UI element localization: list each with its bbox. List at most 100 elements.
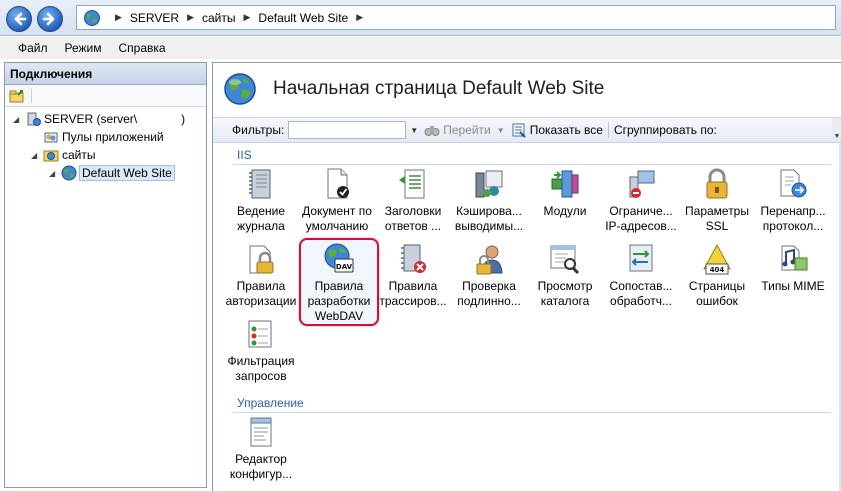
feature-logging[interactable]: Ведение журнала: [223, 167, 299, 234]
feature-label: Правила авторизации: [225, 279, 297, 308]
feature-label: Фильтрация запросов: [227, 354, 295, 383]
feature-ssl-settings[interactable]: Параметры SSL: [679, 167, 755, 234]
back-button[interactable]: [6, 6, 32, 32]
section-divider: [233, 164, 831, 165]
toolbar-separator: [31, 89, 32, 103]
breadcrumb-default-web-site[interactable]: Default Web Site: [258, 11, 348, 25]
app-pools-icon: [44, 132, 58, 143]
feature-authentication[interactable]: Проверка подлинно...: [451, 242, 527, 309]
feature-label: Заголовки ответов ...: [384, 204, 442, 233]
filter-label: Фильтры:: [232, 123, 285, 137]
forward-button[interactable]: [37, 6, 63, 32]
directory-browsing-icon: [550, 245, 580, 275]
toolbar-overflow-icon[interactable]: ▼: [832, 118, 841, 142]
tree-item-label: SERVER (server\: [44, 112, 138, 126]
section-divider: [233, 412, 831, 413]
webdav-icon-text: DAV: [336, 263, 353, 271]
feature-ip-restrictions[interactable]: Ограниче... IP-адресов...: [603, 167, 679, 234]
tree-item-label-suffix: ): [181, 112, 186, 126]
feature-mime-types[interactable]: Типы MIME: [755, 242, 831, 294]
feature-authorization-rules[interactable]: Правила авторизации: [223, 242, 299, 309]
feature-label: Кэширова... выводимы...: [454, 204, 524, 233]
feature-directory-browsing[interactable]: Просмотр каталога: [527, 242, 603, 309]
feature-modules[interactable]: Модули: [527, 167, 603, 219]
filter-input[interactable]: [288, 121, 407, 139]
tree-expander[interactable]: ◢: [49, 169, 59, 178]
filter-dropdown-icon[interactable]: ▼: [410, 126, 418, 135]
error-pages-icon: 404: [703, 243, 731, 275]
feature-error-pages[interactable]: 404 Страницы ошибок: [679, 242, 755, 309]
server-icon: [27, 112, 41, 126]
feature-tracing-rules[interactable]: Правила трассиров...: [375, 242, 451, 309]
go-dropdown-icon[interactable]: ▼: [497, 126, 505, 135]
feature-request-filtering[interactable]: Фильтрация запросов: [223, 317, 299, 384]
http-redirect-icon: [780, 169, 807, 198]
breadcrumb-separator: ▶: [356, 12, 364, 22]
menu-help[interactable]: Справка: [119, 41, 166, 55]
feature-handler-mappings[interactable]: Сопостав... обработч...: [603, 242, 679, 309]
tree-item-server[interactable]: ◢ SERVER (server\ ): [13, 110, 185, 128]
modules-icon: [551, 170, 579, 198]
section-header-iis[interactable]: IIS: [237, 148, 252, 162]
go-button-label: Перейти: [443, 123, 491, 137]
menu-bar: Файл Режим Справка: [0, 37, 841, 59]
ssl-lock-icon: [706, 168, 728, 199]
authorization-icon: [249, 245, 274, 274]
handler-mappings-icon: [629, 244, 653, 272]
tracing-icon: [401, 244, 426, 273]
breadcrumb-sites[interactable]: сайты: [202, 11, 236, 25]
feature-configuration-editor[interactable]: Редактор конфигур...: [223, 415, 299, 482]
tree-item-default-web-site[interactable]: ◢ Default Web Site: [49, 164, 175, 182]
feature-webdav-authoring-rules[interactable]: DAV Правила разработки WebDAV: [299, 238, 379, 326]
website-globe-icon: [61, 165, 77, 181]
tree-item-label: Default Web Site: [79, 165, 175, 181]
feature-output-caching[interactable]: Кэширова... выводимы...: [451, 167, 527, 234]
show-all-label: Показать все: [529, 123, 603, 137]
go-button[interactable]: Перейти ▼: [424, 122, 505, 138]
feature-label: Перенапр... протокол...: [760, 204, 826, 233]
tree-item-sites[interactable]: ◢ сайты: [31, 146, 96, 164]
authentication-icon: [476, 245, 503, 275]
webdav-icon: DAV: [324, 243, 354, 273]
feature-label: Модули: [543, 204, 587, 218]
connections-toolbar: [5, 85, 206, 107]
feature-label: Редактор конфигур...: [229, 452, 293, 481]
connect-icon[interactable]: [9, 88, 25, 104]
config-editor-icon: [250, 417, 272, 447]
tree-expander[interactable]: ◢: [31, 151, 41, 160]
tree-expander[interactable]: ◢: [13, 115, 23, 124]
filter-toolbar: Фильтры: ▼ Перейти ▼ Показать все Сгрупп…: [213, 117, 841, 143]
breadcrumb-server[interactable]: SERVER: [130, 11, 179, 25]
binoculars-icon: [424, 126, 440, 136]
back-arrow-icon: [14, 12, 27, 26]
feature-response-headers[interactable]: Заголовки ответов ...: [375, 167, 451, 234]
group-by-label[interactable]: Сгруппировать по:: [614, 123, 717, 137]
feature-label: Правила трассиров...: [379, 279, 447, 308]
section-header-management[interactable]: Управление: [237, 396, 304, 410]
address-bar: ▶ SERVER ▶ сайты ▶ Default Web Site ▶: [0, 0, 841, 36]
forward-arrow-icon: [42, 12, 55, 26]
address-breadcrumb-box[interactable]: ▶ SERVER ▶ сайты ▶ Default Web Site ▶: [76, 5, 836, 30]
website-globe-icon: [224, 73, 256, 105]
feature-label: Параметры SSL: [685, 204, 749, 233]
menu-file[interactable]: Файл: [18, 41, 48, 55]
feature-default-document[interactable]: Документ по умолчанию: [299, 167, 375, 234]
breadcrumb-separator: ▶: [115, 12, 122, 22]
show-all-button[interactable]: Показать все: [511, 122, 603, 138]
feature-label: Документ по умолчанию: [302, 204, 372, 233]
feature-http-redirect[interactable]: Перенапр... протокол...: [755, 167, 831, 234]
show-all-icon: [512, 123, 526, 138]
menu-view[interactable]: Режим: [65, 41, 102, 55]
mime-types-icon: [781, 245, 808, 271]
connections-pane: Подключения ◢ SERVER (server\ ) Пулы при…: [4, 62, 207, 488]
breadcrumb-separator: ▶: [187, 12, 194, 22]
feature-label: Страницы ошибок: [688, 279, 746, 308]
breadcrumb-separator: ▶: [243, 12, 251, 22]
tree-item-label: сайты: [62, 148, 96, 162]
feature-label: Сопостав... обработч...: [609, 279, 673, 308]
feature-label: Ограниче... IP-адресов...: [605, 204, 677, 233]
sites-folder-icon: [43, 150, 59, 162]
website-globe-icon: [84, 9, 100, 26]
page-title: Начальная страница Default Web Site: [273, 78, 605, 99]
tree-item-app-pools[interactable]: Пулы приложений: [31, 128, 164, 146]
